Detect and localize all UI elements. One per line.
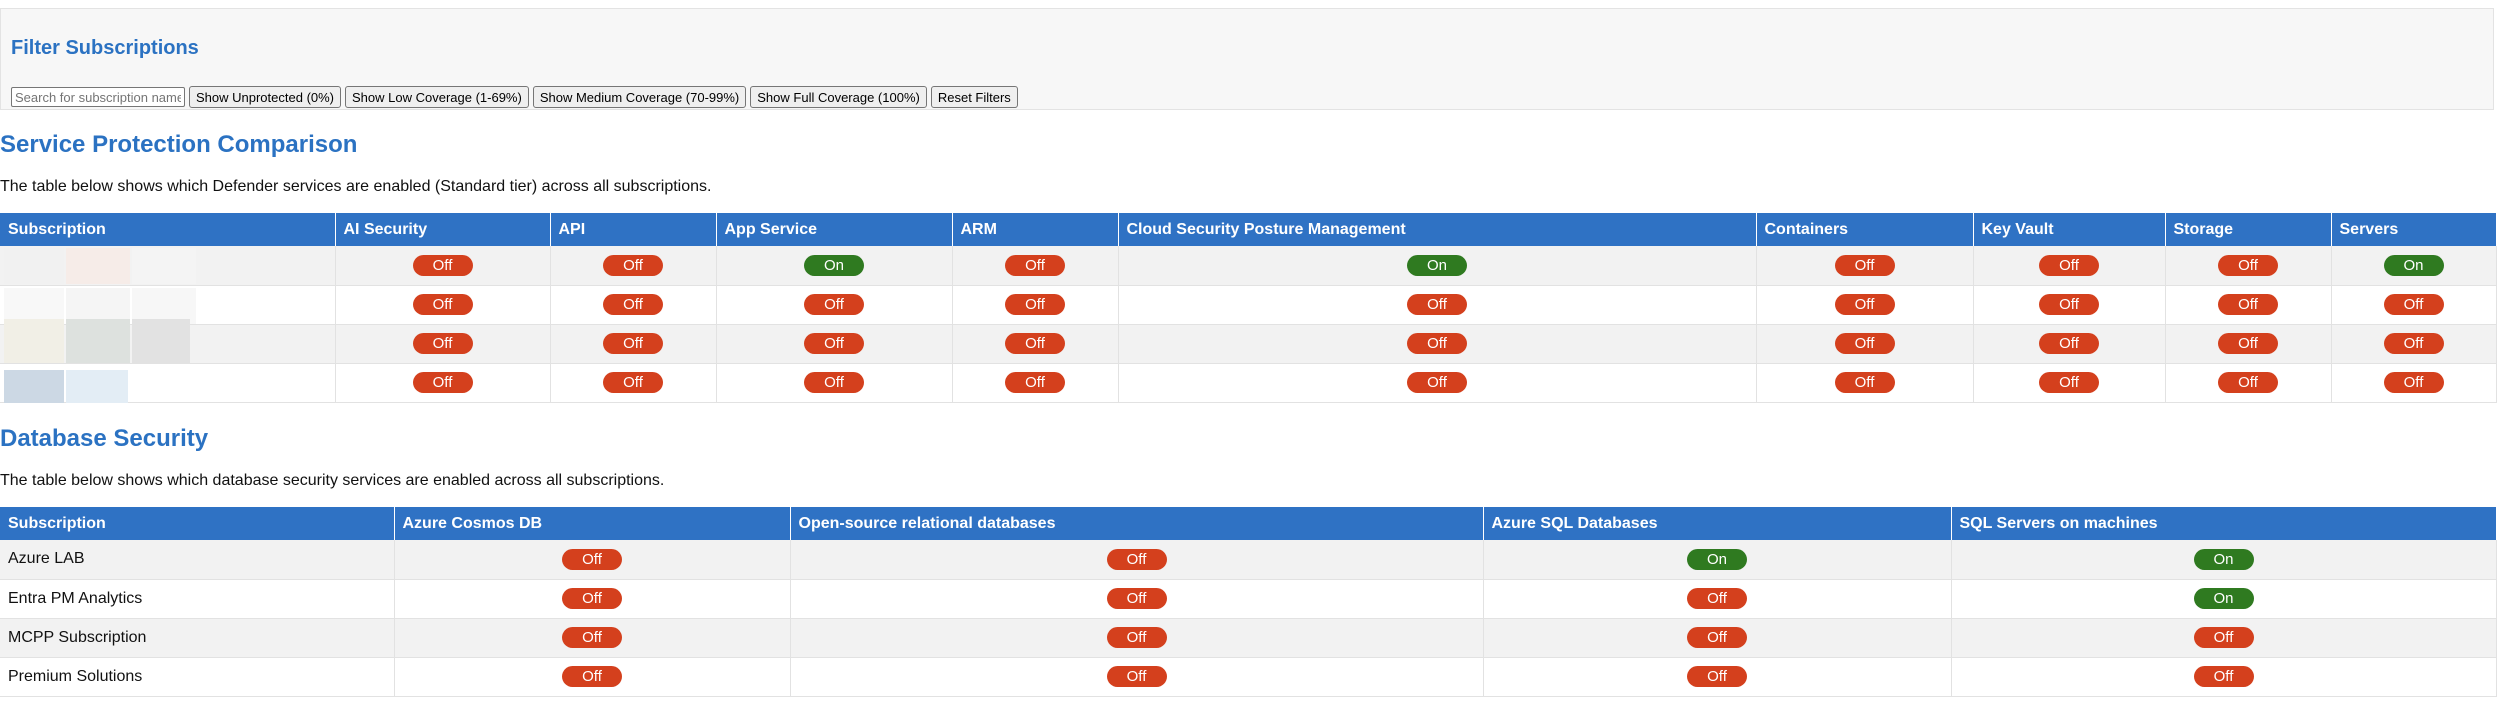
status-badge: Off: [1834, 333, 1895, 354]
status-badge: Off: [603, 294, 663, 315]
status-badge: Off: [412, 333, 473, 354]
status-badge: On: [1407, 254, 1467, 276]
status-badge: Off: [1005, 254, 1065, 276]
column-header: Open-source relational databases: [790, 507, 1484, 540]
status-badge: Off: [562, 548, 622, 570]
status-badge: Off: [412, 372, 473, 393]
status-badge: Off: [1687, 588, 1747, 609]
table-row: Off Off Off Off Off Off Off Off Off: [0, 318, 2497, 364]
status-badge: Off: [2039, 333, 2099, 354]
table-row: Off Off Off Off Off Off Off Off Off: [0, 285, 2497, 325]
status-badge: Off: [2218, 254, 2278, 276]
filter-panel: Filter Subscriptions Show Unprotected (0…: [0, 8, 2494, 110]
status-badge: Off: [562, 666, 622, 687]
status-badge: Off: [603, 333, 663, 354]
status-badge: Off: [1005, 333, 1065, 354]
subscription-name: Azure LAB: [0, 540, 395, 580]
status-badge: Off: [1687, 627, 1747, 648]
table-row: Azure LAB Off Off On On: [0, 540, 2497, 580]
subscription-name: MCPP Subscription: [0, 618, 395, 658]
column-header: App Service: [716, 213, 953, 246]
column-header: Containers: [1756, 213, 1974, 246]
filter-controls: Show Unprotected (0%) Show Low Coverage …: [11, 86, 1018, 108]
redacted-subscription-name: [0, 363, 336, 403]
status-badge: Off: [1106, 627, 1167, 648]
status-badge: Off: [1407, 294, 1467, 315]
status-badge: Off: [603, 254, 663, 276]
service-protection-description: The table below shows which Defender ser…: [0, 178, 712, 195]
status-badge: Off: [2193, 627, 2254, 648]
status-badge: Off: [2383, 372, 2444, 393]
subscription-name: Premium Solutions: [0, 657, 395, 697]
column-header: Azure Cosmos DB: [394, 507, 791, 540]
subscription-name: Entra PM Analytics: [0, 579, 395, 619]
status-badge: Off: [1834, 294, 1895, 315]
status-badge: Off: [2039, 294, 2099, 315]
column-header: ARM: [952, 213, 1119, 246]
redacted-subscription-name: [0, 318, 336, 364]
status-badge: Off: [1005, 294, 1065, 315]
status-badge: Off: [1407, 372, 1467, 393]
status-badge: Off: [1834, 372, 1895, 393]
table-row: Off Off Off Off Off Off Off Off Off: [0, 363, 2497, 403]
table-row: Premium Solutions Off Off Off Off: [0, 657, 2497, 697]
table-row: MCPP Subscription Off Off Off Off: [0, 618, 2497, 658]
show-unprotected-button[interactable]: Show Unprotected (0%): [189, 86, 342, 108]
status-badge: Off: [1106, 588, 1167, 609]
status-badge: Off: [2218, 294, 2278, 315]
status-badge: Off: [562, 588, 622, 609]
status-badge: On: [2383, 254, 2444, 276]
status-badge: Off: [1106, 548, 1167, 570]
status-badge: Off: [804, 372, 864, 393]
search-input[interactable]: [11, 87, 185, 107]
column-header: Key Vault: [1973, 213, 2166, 246]
column-header: Subscription: [0, 507, 395, 540]
status-badge: Off: [412, 254, 473, 276]
status-badge: Off: [1834, 254, 1895, 276]
column-header: Subscription: [0, 213, 336, 246]
service-protection-table: Subscription AI Security API App Service…: [0, 213, 2497, 403]
status-badge: Off: [1005, 372, 1065, 393]
column-header: AI Security: [335, 213, 551, 246]
database-security-description: The table below shows which database sec…: [0, 472, 665, 489]
status-badge: On: [1687, 548, 1747, 570]
filter-title: Filter Subscriptions: [11, 37, 199, 59]
table-row: Entra PM Analytics Off Off Off On: [0, 579, 2497, 619]
status-badge: On: [804, 254, 864, 276]
status-badge: Off: [2218, 372, 2278, 393]
status-badge: Off: [804, 333, 864, 354]
column-header: SQL Servers on machines: [1951, 507, 2497, 540]
status-badge: Off: [2193, 666, 2254, 687]
status-badge: On: [2193, 548, 2254, 570]
show-low-coverage-button[interactable]: Show Low Coverage (1-69%): [345, 86, 529, 108]
database-security-title: Database Security: [0, 425, 209, 452]
column-header: Storage: [2165, 213, 2332, 246]
status-badge: Off: [2383, 294, 2444, 315]
status-badge: Off: [603, 372, 663, 393]
status-badge: Off: [1407, 333, 1467, 354]
service-protection-title: Service Protection Comparison: [0, 131, 358, 158]
status-badge: Off: [412, 294, 473, 315]
show-full-coverage-button[interactable]: Show Full Coverage (100%): [750, 86, 927, 108]
column-header: Cloud Security Posture Management: [1118, 213, 1757, 246]
status-badge: Off: [2039, 372, 2099, 393]
status-badge: Off: [2218, 333, 2278, 354]
column-header: API: [550, 213, 717, 246]
status-badge: Off: [562, 627, 622, 648]
table-header-row: Subscription Azure Cosmos DB Open-source…: [0, 507, 2497, 540]
column-header: Servers: [2331, 213, 2497, 246]
status-badge: Off: [1106, 666, 1167, 687]
status-badge: Off: [2383, 333, 2444, 354]
redacted-subscription-name: [0, 246, 336, 286]
table-header-row: Subscription AI Security API App Service…: [0, 213, 2497, 246]
status-badge: On: [2193, 588, 2254, 609]
status-badge: Off: [1687, 666, 1747, 687]
reset-filters-button[interactable]: Reset Filters: [930, 86, 1018, 108]
database-security-table: Subscription Azure Cosmos DB Open-source…: [0, 507, 2497, 697]
status-badge: Off: [2039, 254, 2099, 276]
table-row: Off Off On Off On Off Off Off On: [0, 246, 2497, 286]
show-medium-coverage-button[interactable]: Show Medium Coverage (70-99%): [532, 86, 747, 108]
column-header: Azure SQL Databases: [1483, 507, 1952, 540]
status-badge: Off: [804, 294, 864, 315]
